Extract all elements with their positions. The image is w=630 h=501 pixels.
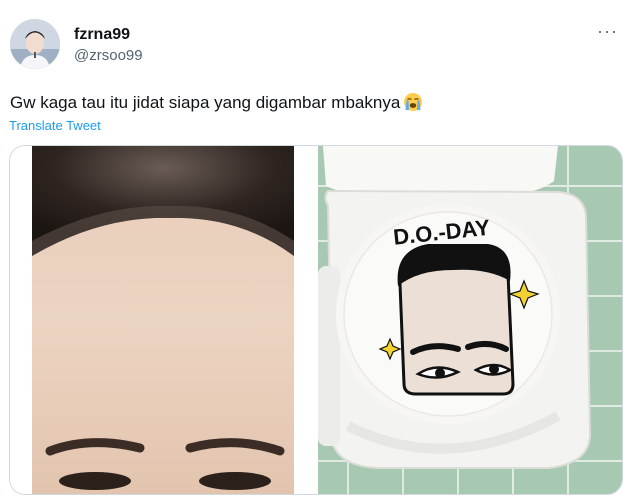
translate-tweet-link[interactable]: Translate Tweet [9, 118, 101, 133]
display-name[interactable]: fzrna99 [74, 26, 130, 44]
avatar[interactable] [10, 19, 60, 69]
user-handle[interactable]: @zrsoo99 [74, 47, 143, 64]
loudly-crying-face-icon [403, 92, 423, 112]
tweet-text-content: Gw kaga tau itu jidat siapa yang digamba… [10, 93, 401, 112]
tweet-media[interactable]: D.O.-DAY [9, 145, 623, 495]
cake-photo[interactable]: D.O.-DAY [318, 146, 622, 494]
tweet-text: Gw kaga tau itu jidat siapa yang digamba… [10, 92, 423, 113]
more-options-button[interactable]: ··· [597, 22, 618, 40]
avatar-photo [10, 19, 60, 69]
forehead-photo[interactable] [10, 146, 314, 494]
